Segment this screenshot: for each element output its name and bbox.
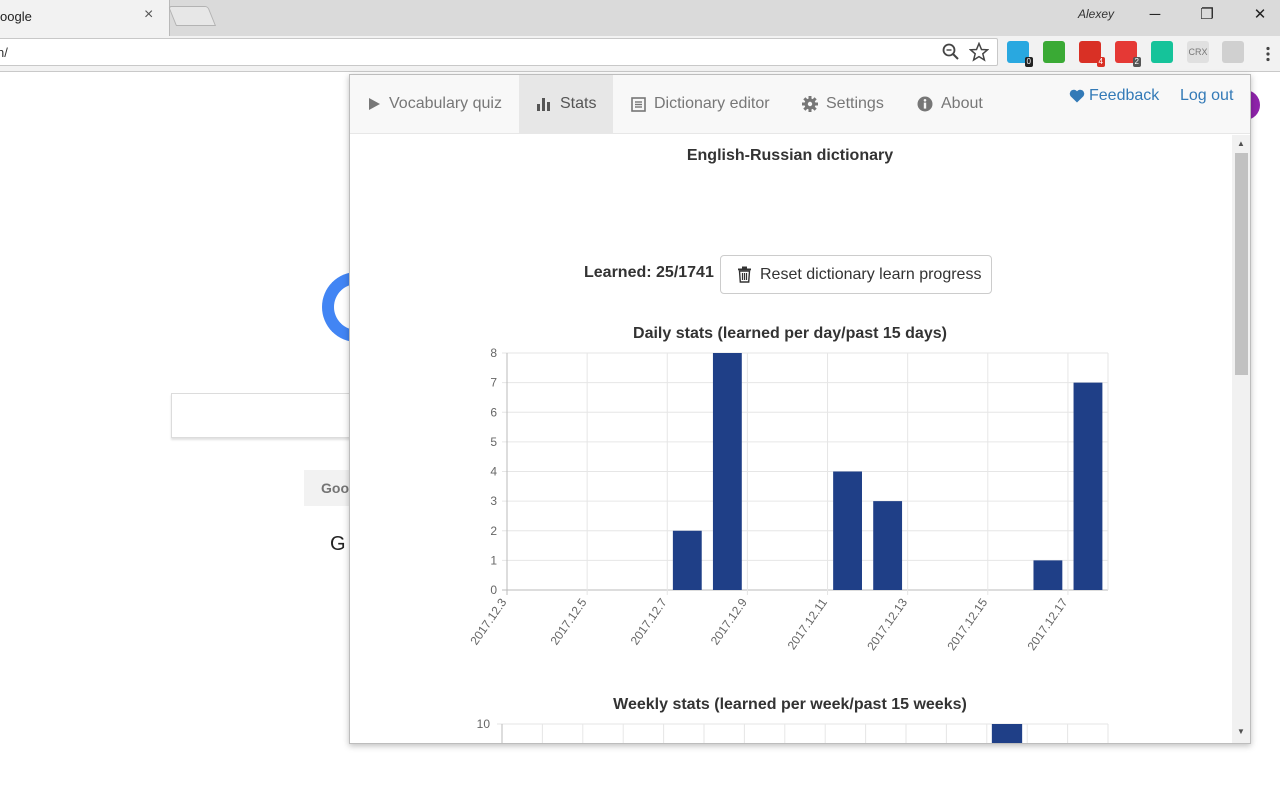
feedback-label: Feedback <box>1089 87 1160 104</box>
browser-titlebar: oogle × Alexey ─ ❐ ✕ <box>0 0 1280 36</box>
y-tick-label: 6 <box>490 405 497 419</box>
tab-dictionary-editor[interactable]: Dictionary editor <box>614 75 787 133</box>
minimize-button[interactable]: ─ <box>1140 4 1170 26</box>
y-tick-label: 2 <box>490 524 497 538</box>
popup-scrollbar[interactable]: ▲ ▼ <box>1232 135 1250 743</box>
y-tick-label: 10 <box>477 717 491 731</box>
extension-badge: 0 <box>1024 57 1033 67</box>
feedback-link[interactable]: Feedback <box>1069 87 1159 105</box>
zoom-icon[interactable] <box>941 42 961 62</box>
x-tick-label: 2017.12.13 <box>864 595 910 652</box>
x-tick-label: 2017.12.7 <box>628 595 670 647</box>
y-tick-label: 1 <box>490 553 497 567</box>
bar-2017.12.16 <box>1033 560 1063 590</box>
tab-label: Stats <box>560 95 597 112</box>
stats-content: English-Russian dictionary Learned: 25/1… <box>350 135 1232 743</box>
bookmark-star-icon[interactable] <box>969 42 989 62</box>
ext-1-icon[interactable]: 0 <box>1007 41 1033 67</box>
x-tick-label: 2017.12.17 <box>1024 595 1070 652</box>
extension-badge: 4 <box>1096 57 1105 67</box>
x-tick-label: 2017.12.9 <box>708 595 750 647</box>
y-tick-label: 8 <box>490 346 497 360</box>
scroll-up-arrow-icon[interactable]: ▲ <box>1237 139 1245 148</box>
extension-badge: 2 <box>1132 57 1141 67</box>
tab-label: About <box>941 95 983 112</box>
tab-label: Settings <box>826 95 884 112</box>
y-tick-label: 3 <box>490 494 497 508</box>
profile-name[interactable]: Alexey <box>1078 7 1114 21</box>
x-tick-label: 2017.12.11 <box>785 595 831 652</box>
bar-chart-icon <box>537 98 550 111</box>
list-icon <box>631 96 646 112</box>
bar-2017.12.11 <box>833 471 862 590</box>
x-tick-label: 2017.12.5 <box>547 595 589 647</box>
y-tick-label: 5 <box>490 435 497 449</box>
tab-title: oogle <box>0 9 32 24</box>
ext-dictionary-icon[interactable] <box>1222 41 1244 63</box>
address-bar[interactable]: n/ <box>0 38 998 66</box>
x-tick-label: 2017.12.15 <box>944 595 990 652</box>
tab-close-icon[interactable]: × <box>144 6 153 24</box>
play-icon <box>369 98 380 110</box>
tab-label: Vocabulary quiz <box>389 95 502 112</box>
ext-3-icon[interactable]: 4 <box>1079 41 1105 67</box>
dictionary-extension-popup: Vocabulary quiz Stats Dictionary editor <box>349 74 1251 744</box>
dictionary-title: English-Russian dictionary <box>686 147 894 164</box>
weekly-chart-title: Weekly stats (learned per week/past 15 w… <box>613 696 967 713</box>
weekly-stats-chart: 10 <box>477 717 1109 743</box>
bar-week <box>991 724 1023 743</box>
bar-2017.12.17 <box>1073 382 1103 590</box>
bar-2017.12.8 <box>712 353 742 590</box>
ext-4-icon[interactable]: 2 <box>1115 41 1141 67</box>
scroll-down-arrow-icon[interactable]: ▼ <box>1237 727 1245 736</box>
google-search-box[interactable] <box>171 393 371 438</box>
reset-progress-label: Reset dictionary learn progress <box>760 265 982 283</box>
bar-2017.12.7 <box>672 530 702 590</box>
x-tick-label: 2017.12.3 <box>467 595 509 647</box>
tab-about[interactable]: About <box>900 75 1000 133</box>
y-tick-label: 7 <box>490 376 497 390</box>
address-url: n/ <box>0 45 8 60</box>
popup-navbar: Vocabulary quiz Stats Dictionary editor <box>350 75 1250 134</box>
tab-settings[interactable]: Settings <box>785 75 901 133</box>
tab-vocabulary-quiz[interactable]: Vocabulary quiz <box>350 75 519 133</box>
info-icon <box>917 96 933 112</box>
heart-icon <box>1069 89 1085 103</box>
browser-tab[interactable]: oogle × <box>0 0 170 36</box>
daily-stats-chart: 0 1 2 3 4 5 6 7 8 2017.12.3 2017.12.5 2017.12.7 2017… <box>467 346 1109 653</box>
y-tick-label: 4 <box>490 465 497 479</box>
ext-crx-icon[interactable]: CRX <box>1187 41 1209 63</box>
ext-5-icon[interactable] <box>1151 41 1173 63</box>
scroll-thumb[interactable] <box>1235 153 1248 375</box>
logout-link[interactable]: Log out <box>1180 87 1233 105</box>
bar-2017.12.12 <box>873 501 903 590</box>
restore-button[interactable]: ❐ <box>1192 4 1222 26</box>
trash-icon <box>738 266 751 283</box>
new-tab-button[interactable] <box>167 6 217 26</box>
ext-2-icon[interactable] <box>1043 41 1065 63</box>
close-window-button[interactable]: ✕ <box>1245 4 1275 26</box>
tab-label: Dictionary editor <box>654 95 770 112</box>
browser-toolbar: n/ 0 4 2 CRX <box>0 36 1280 72</box>
gear-icon <box>802 96 818 112</box>
google-text-fragment: G <box>330 533 346 555</box>
tab-stats[interactable]: Stats <box>519 75 614 133</box>
reset-progress-button[interactable]: Reset dictionary learn progress <box>720 255 992 294</box>
y-tick-label: 0 <box>490 583 497 597</box>
learned-count: Learned: 25/1741 <box>584 264 714 281</box>
chrome-menu-icon[interactable] <box>1262 46 1274 62</box>
